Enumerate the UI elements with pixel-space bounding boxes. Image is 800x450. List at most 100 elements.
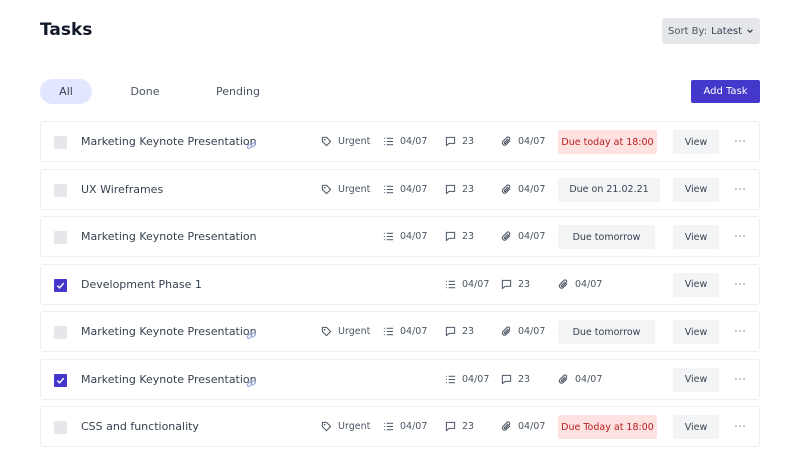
- tag-icon: [321, 326, 332, 337]
- subtasks-count: 04/07: [400, 231, 428, 242]
- tag-icon: [321, 421, 332, 432]
- paperclip-icon: [501, 421, 511, 431]
- task-name: Development Phase 1: [81, 277, 202, 291]
- task-checkbox[interactable]: [54, 278, 67, 292]
- tag-meta: Urgent: [321, 136, 370, 147]
- tag-meta: Urgent: [321, 184, 370, 195]
- list-icon: [445, 375, 456, 383]
- paperclip-icon: [501, 326, 511, 336]
- view-button[interactable]: View: [673, 367, 719, 392]
- comments-meta: 23: [445, 231, 474, 242]
- subtasks-count: 04/07: [400, 326, 428, 337]
- more-options-icon[interactable]: [734, 183, 746, 195]
- view-button[interactable]: View: [673, 225, 719, 249]
- subtasks-meta: 04/07: [383, 421, 427, 432]
- more-options-icon[interactable]: [734, 135, 746, 147]
- comments-count: 23: [462, 231, 475, 242]
- subtasks-count: 04/07: [400, 183, 428, 195]
- attachments-meta: 04/07: [501, 136, 545, 147]
- comment-icon: [501, 374, 512, 384]
- chevron-down-icon: [747, 29, 753, 34]
- comments-meta: 23: [445, 136, 474, 147]
- subtasks-meta: 04/07: [383, 136, 427, 147]
- list-icon: [383, 327, 394, 336]
- attachments-meta: 04/07: [501, 184, 545, 195]
- task-checkbox[interactable]: [54, 136, 67, 149]
- tag-label: Urgent: [338, 183, 371, 195]
- comments-count: 23: [462, 421, 475, 432]
- paperclip-icon: [501, 231, 511, 241]
- task-checkbox[interactable]: [54, 421, 67, 434]
- add-task-button[interactable]: Add Task: [691, 80, 760, 103]
- tag-label: Urgent: [338, 421, 371, 432]
- view-button[interactable]: View: [673, 177, 719, 202]
- sort-dropdown[interactable]: Sort By: Latest: [662, 18, 760, 44]
- more-options-icon[interactable]: [734, 230, 746, 242]
- list-icon: [445, 280, 456, 288]
- attachments-meta: 04/07: [558, 279, 602, 290]
- due-badge: Due on 21.02.21: [558, 177, 660, 202]
- paperclip-icon: [501, 183, 511, 194]
- attachments-count: 04/07: [518, 421, 546, 432]
- subtasks-count: 04/07: [462, 373, 490, 385]
- subtasks-meta: 04/07: [383, 231, 427, 242]
- attachments-count: 04/07: [575, 373, 603, 385]
- comments-count: 23: [462, 136, 475, 147]
- comments-meta: 23: [445, 326, 474, 337]
- more-options-icon[interactable]: [734, 325, 746, 337]
- view-button[interactable]: View: [673, 415, 719, 439]
- comment-icon: [445, 184, 456, 194]
- task-checkbox[interactable]: [54, 326, 67, 339]
- link-indicator: [246, 326, 257, 339]
- attachments-meta: 04/07: [501, 231, 545, 242]
- filter-tab-all[interactable]: All: [40, 79, 92, 104]
- paperclip-icon: [558, 278, 568, 289]
- comment-icon: [445, 421, 456, 432]
- tag-meta: Urgent: [321, 421, 370, 432]
- task-row: Marketing Keynote Presentation Urgent 04/0…: [40, 311, 760, 352]
- view-button[interactable]: View: [673, 320, 719, 344]
- attachments-meta: 04/07: [558, 374, 602, 385]
- task-name: Marketing Keynote Presentation: [81, 230, 257, 243]
- tag-icon: [321, 136, 332, 147]
- task-checkbox[interactable]: [54, 183, 67, 197]
- sort-label: Sort By:: [667, 25, 708, 37]
- list-icon: [383, 232, 394, 241]
- attachments-count: 04/07: [518, 326, 546, 337]
- attachments-meta: 04/07: [501, 326, 545, 337]
- task-checkbox[interactable]: [54, 373, 67, 387]
- link-icon: [246, 142, 257, 149]
- list-icon: [383, 422, 394, 431]
- comments-count: 23: [518, 373, 531, 385]
- subtasks-count: 04/07: [400, 136, 428, 147]
- task-row: Development Phase 1 04/07 23 04/07 View: [40, 263, 760, 305]
- task-row: UX Wireframes Urgent 04/07 23 04/07 Due on 21…: [40, 168, 760, 210]
- view-button[interactable]: View: [673, 272, 719, 297]
- subtasks-meta: 04/07: [383, 326, 427, 337]
- comments-count: 23: [462, 326, 475, 337]
- attachments-count: 04/07: [575, 278, 603, 290]
- subtasks-meta: 04/07: [445, 374, 489, 385]
- filter-tab-done[interactable]: Done: [92, 79, 198, 104]
- tag-label: Urgent: [338, 136, 371, 147]
- task-row: Marketing Keynote Presentation 04/07 23 04/…: [40, 358, 760, 400]
- task-name: UX Wireframes: [81, 182, 164, 196]
- filter-tab-pending[interactable]: Pending: [198, 79, 278, 104]
- filter-tabs: All Done Pending: [40, 79, 278, 104]
- attachments-meta: 04/07: [501, 421, 545, 432]
- due-badge: Due tomorrow: [558, 225, 655, 249]
- sort-value: Latest: [711, 25, 742, 37]
- comments-meta: 23: [445, 184, 474, 195]
- attachments-count: 04/07: [518, 136, 546, 147]
- more-options-icon[interactable]: [734, 278, 746, 290]
- comments-meta: 23: [445, 421, 474, 432]
- attachments-count: 04/07: [518, 183, 546, 195]
- task-checkbox[interactable]: [54, 231, 67, 244]
- task-row: CSS and functionality Urgent 04/07 23 04/07 D…: [40, 406, 760, 447]
- more-options-icon[interactable]: [734, 373, 746, 385]
- more-options-icon[interactable]: [734, 420, 746, 432]
- view-button[interactable]: View: [673, 130, 719, 154]
- comment-icon: [501, 279, 512, 289]
- task-name: Marketing Keynote Presentation: [81, 325, 257, 338]
- page-title: Tasks: [40, 20, 93, 40]
